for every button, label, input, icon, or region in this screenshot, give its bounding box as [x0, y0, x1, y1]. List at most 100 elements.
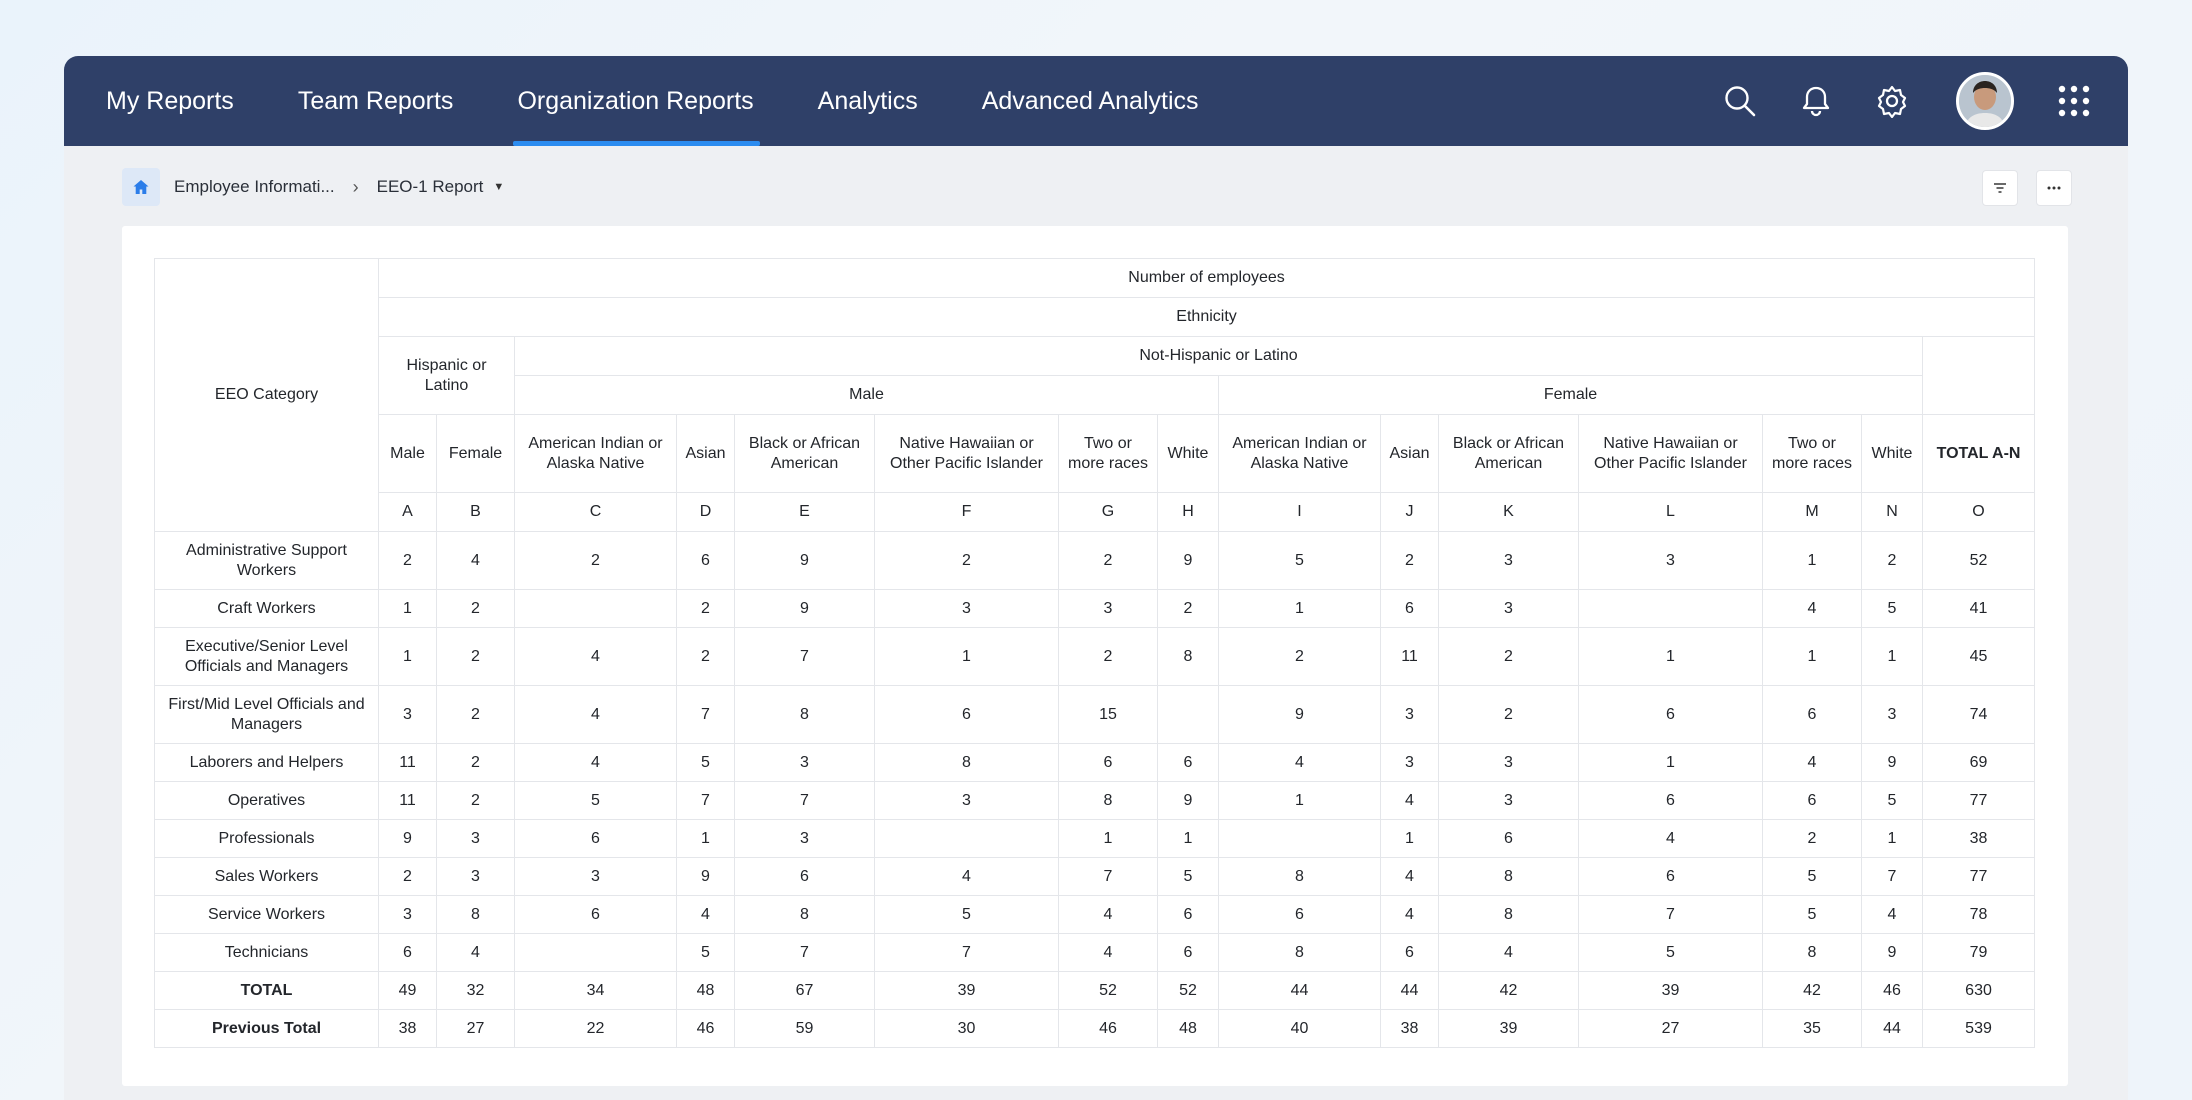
table-cell: 7: [874, 933, 1059, 972]
table-cell: 2: [436, 685, 515, 744]
table-cell: 5: [1762, 857, 1862, 896]
table-cell: 7: [734, 933, 875, 972]
home-icon[interactable]: [122, 168, 160, 206]
table-cell: 3: [874, 589, 1059, 628]
table-cell: 46: [1058, 1009, 1158, 1048]
tab-team-reports[interactable]: Team Reports: [298, 56, 454, 146]
bell-icon[interactable]: [1796, 81, 1836, 121]
table-cell: 49: [378, 971, 437, 1010]
table-cell: 4: [1762, 589, 1862, 628]
tab-my-reports[interactable]: My Reports: [106, 56, 234, 146]
table-cell: 3: [436, 819, 515, 858]
table-cell: 48: [1157, 1009, 1219, 1048]
table-cell: [874, 819, 1059, 858]
table-cell: 8: [874, 743, 1059, 782]
column-letter: C: [514, 492, 677, 532]
tab-analytics[interactable]: Analytics: [818, 56, 918, 146]
row-category: Craft Workers: [154, 589, 379, 628]
table-cell: 9: [1157, 531, 1219, 590]
table-cell: 8: [1438, 895, 1579, 934]
table-cell: 8: [734, 895, 875, 934]
table-row: Service Workers 3 8 6 4 8 5 4 6 6 4 8 7 5 4 78: [154, 895, 2036, 934]
user-avatar[interactable]: [1956, 72, 2014, 130]
table-cell: 539: [1921, 1009, 2036, 1048]
table-cell: 9: [676, 857, 735, 896]
table-cell: 1: [1861, 819, 1923, 858]
table-cell: 52: [1058, 971, 1158, 1010]
table-cell: 35: [1762, 1009, 1862, 1048]
table-cell: 3: [514, 857, 677, 896]
column-letter: B: [436, 492, 515, 532]
column-header: Native Hawaiian or Other Pacific Islande…: [874, 414, 1059, 493]
column-header: Two or more races: [1762, 414, 1862, 493]
more-options-icon[interactable]: [2036, 170, 2072, 206]
table-cell: 8: [436, 895, 515, 934]
table-cell: 2: [1438, 627, 1579, 686]
column-letter: I: [1218, 492, 1381, 532]
table-cell: 46: [676, 1009, 735, 1048]
table-cell: 7: [734, 781, 875, 820]
table-row: Craft Workers 1 2 2 9 3 3 2 1 6 3 4 5 41: [154, 589, 2036, 628]
column-letter: N: [1861, 492, 1923, 532]
table-cell: 2: [436, 781, 515, 820]
breadcrumb-current[interactable]: EEO-1 Report: [377, 177, 484, 197]
table-cell: 5: [514, 781, 677, 820]
table-cell: 79: [1921, 933, 2036, 972]
table-cell: 6: [676, 531, 735, 590]
table-cell: 6: [514, 819, 677, 858]
table-cell: 2: [436, 743, 515, 782]
caret-down-icon[interactable]: ▼: [493, 181, 504, 193]
column-letter: L: [1578, 492, 1763, 532]
table-cell: 3: [1380, 743, 1439, 782]
table-cell: 46: [1861, 971, 1923, 1010]
column-letter: F: [874, 492, 1059, 532]
table-cell: 2: [1438, 685, 1579, 744]
table-cell: 3: [1058, 589, 1158, 628]
empty-header-cell: [1921, 336, 2036, 415]
breadcrumb-parent[interactable]: Employee Informati...: [174, 177, 335, 197]
tab-advanced-analytics[interactable]: Advanced Analytics: [982, 56, 1199, 146]
table-cell: 4: [1438, 933, 1579, 972]
ethnicity-header: Ethnicity: [377, 297, 2036, 337]
table-cell: 8: [1058, 781, 1158, 820]
table-cell: 4: [1762, 743, 1862, 782]
tab-organization-reports[interactable]: Organization Reports: [513, 56, 760, 146]
column-letter: K: [1438, 492, 1579, 532]
table-cell: 2: [676, 589, 735, 628]
female-group-header: Female: [1218, 375, 1923, 415]
column-letter: E: [734, 492, 875, 532]
table-cell: 7: [676, 781, 735, 820]
table-cell: 1: [1762, 531, 1862, 590]
top-navigation: My Reports Team Reports Organization Rep…: [64, 56, 2128, 146]
table-cell: 4: [514, 685, 677, 744]
table-cell: 40: [1218, 1009, 1381, 1048]
table-cell: 8: [1762, 933, 1862, 972]
table-cell: 6: [514, 895, 677, 934]
table-cell: 9: [1218, 685, 1381, 744]
table-cell: 5: [1861, 781, 1923, 820]
table-cell: 2: [676, 627, 735, 686]
table-cell: [514, 933, 677, 972]
table-cell: 8: [734, 685, 875, 744]
table-cell: 44: [1380, 971, 1439, 1010]
table-cell: 4: [1218, 743, 1381, 782]
breadcrumb: Employee Informati... › EEO-1 Report ▼: [122, 168, 504, 206]
table-cell: 4: [1861, 895, 1923, 934]
apps-grid-icon[interactable]: [2054, 81, 2094, 121]
hispanic-or-latino-header: Hispanic or Latino: [378, 336, 515, 415]
table-cell: 7: [1861, 857, 1923, 896]
table-cell: 6: [734, 857, 875, 896]
search-icon[interactable]: [1720, 81, 1760, 121]
table-cell: [1218, 819, 1381, 858]
filter-icon[interactable]: [1982, 170, 2018, 206]
table-cell: 6: [1578, 857, 1763, 896]
table-cell: 5: [1762, 895, 1862, 934]
table-cell: 27: [1578, 1009, 1763, 1048]
column-header: White: [1861, 414, 1923, 493]
table-cell: 5: [676, 933, 735, 972]
table-cell: 6: [1438, 819, 1579, 858]
number-of-employees-header: Number of employees: [377, 258, 2036, 298]
table-cell: 6: [1157, 743, 1219, 782]
gear-icon[interactable]: [1872, 81, 1912, 121]
table-cell: 8: [1218, 857, 1381, 896]
